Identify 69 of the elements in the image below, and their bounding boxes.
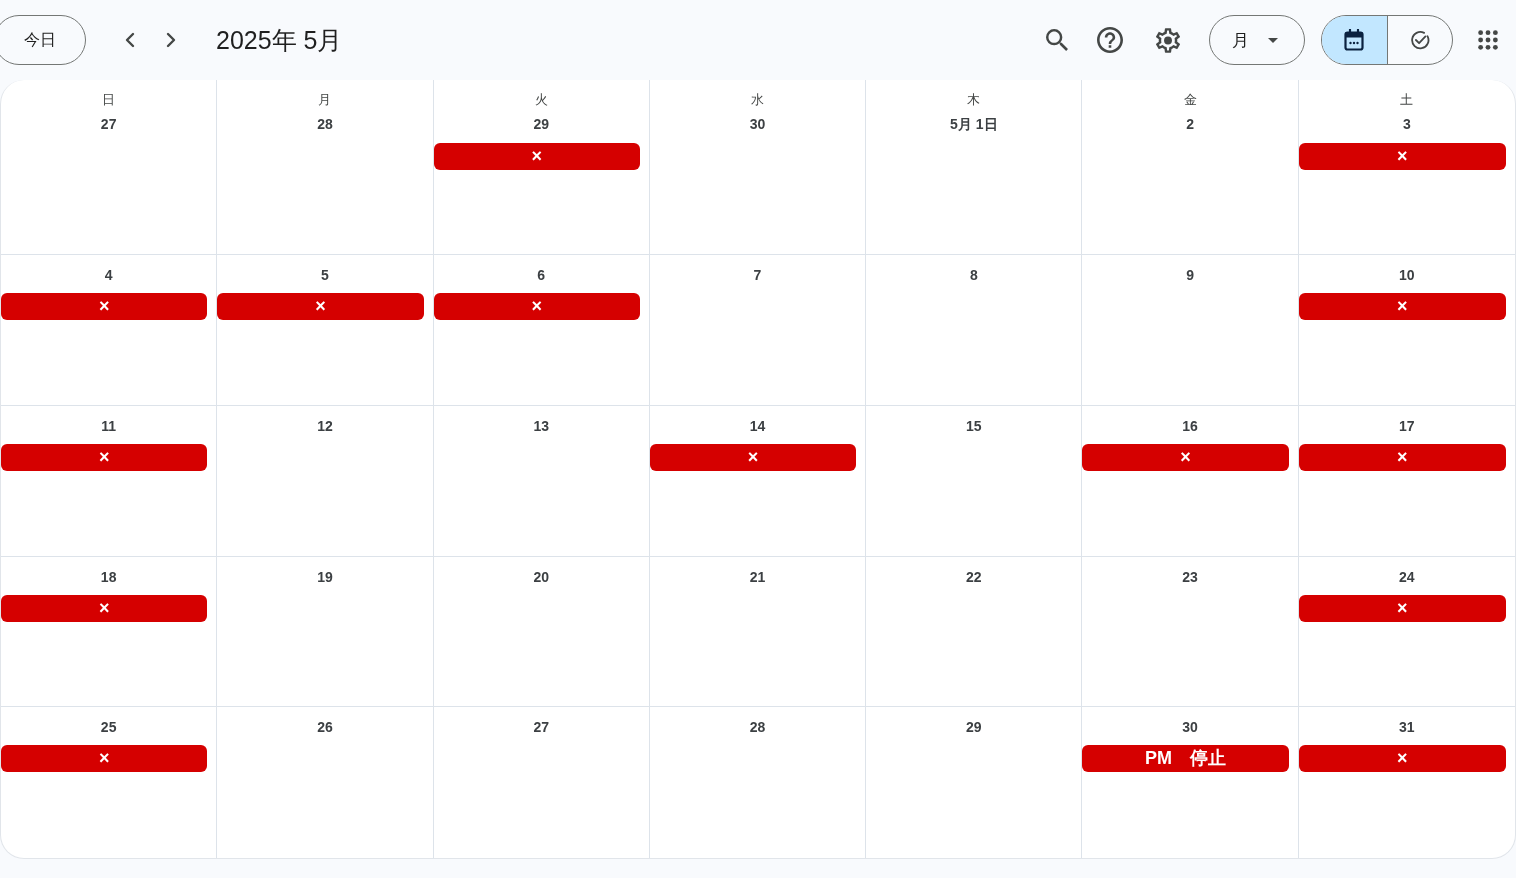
date-label: 6	[537, 266, 546, 285]
date-label: 15	[966, 416, 982, 436]
month-title: 2025年 5月	[216, 24, 343, 56]
help-icon[interactable]	[1097, 27, 1123, 53]
date-label: 2	[1186, 115, 1194, 134]
event-chip[interactable]: ×	[1298, 443, 1506, 471]
date-label: 7	[753, 266, 762, 285]
date-label: 13	[533, 416, 549, 436]
date-label: 14	[749, 416, 766, 436]
settings-icon[interactable]	[1156, 27, 1180, 53]
date-label: 20	[533, 567, 549, 587]
date-label: 29	[533, 115, 549, 134]
event-chip[interactable]: ×	[1, 594, 208, 622]
weekday-label: 火	[534, 91, 548, 109]
event-chip[interactable]: ×	[1298, 594, 1506, 622]
calendar-view-button[interactable]	[1322, 16, 1387, 64]
event-chip[interactable]: ×	[1298, 293, 1506, 320]
date-label: 30	[749, 115, 766, 134]
date-label: 31	[1399, 718, 1415, 738]
date-label: 10	[1399, 266, 1415, 285]
date-label: 30	[1182, 718, 1198, 738]
date-label: 8	[969, 266, 978, 285]
date-label: 4	[104, 266, 113, 285]
date-label: 23	[1182, 567, 1198, 587]
event-chip[interactable]: ×	[433, 143, 640, 170]
date-label: 27	[100, 115, 117, 134]
chevron-right-icon[interactable]	[166, 32, 176, 48]
calendar-icon	[1344, 29, 1365, 51]
event-chip[interactable]: ×	[1, 443, 208, 471]
date-label: 22	[966, 567, 982, 587]
weekday-label: 水	[751, 91, 764, 109]
weekday-label: 金	[1183, 91, 1197, 109]
event-chip[interactable]: ×	[1298, 745, 1506, 773]
weekday-label: 土	[1400, 91, 1414, 109]
date-label: 3	[1402, 115, 1411, 134]
event-chip[interactable]: ×	[1, 745, 208, 773]
date-label: 21	[749, 567, 766, 587]
event-chip[interactable]: ×	[433, 293, 640, 320]
date-label: 18	[100, 567, 117, 587]
date-label: 17	[1399, 416, 1415, 436]
caret-icon	[1268, 37, 1278, 43]
check-circle-icon	[1409, 29, 1430, 51]
date-label: 5月 1日	[950, 115, 998, 134]
date-label: 27	[533, 718, 549, 738]
date-label: 12	[317, 416, 333, 436]
event-chip[interactable]: ×	[217, 293, 424, 320]
event-chip[interactable]: ×	[1298, 143, 1506, 170]
date-label: 25	[100, 718, 117, 738]
weekday-label: 木	[967, 91, 981, 109]
date-label: 28	[749, 718, 766, 738]
date-label: 11	[101, 416, 117, 436]
weekday-label: 日	[102, 91, 116, 109]
apps-grid-icon[interactable]	[1478, 30, 1498, 50]
event-chip[interactable]: ×	[649, 443, 857, 471]
chevron-left-icon[interactable]	[125, 32, 135, 48]
event-chip[interactable]: ×	[1082, 443, 1289, 471]
date-label: 24	[1399, 567, 1415, 587]
event-chip[interactable]: PM 停止	[1082, 745, 1289, 773]
weekday-label: 月	[318, 91, 332, 109]
search-icon[interactable]	[1046, 29, 1068, 51]
date-label: 16	[1182, 416, 1198, 436]
date-label: 28	[317, 115, 333, 134]
date-label: 29	[966, 718, 982, 738]
event-chip[interactable]: ×	[1, 293, 208, 320]
view-dropdown[interactable]: 月	[1209, 15, 1305, 65]
date-label: 19	[317, 567, 333, 587]
date-label: 26	[317, 718, 333, 738]
date-label: 9	[1186, 266, 1194, 285]
date-label: 5	[321, 266, 329, 285]
